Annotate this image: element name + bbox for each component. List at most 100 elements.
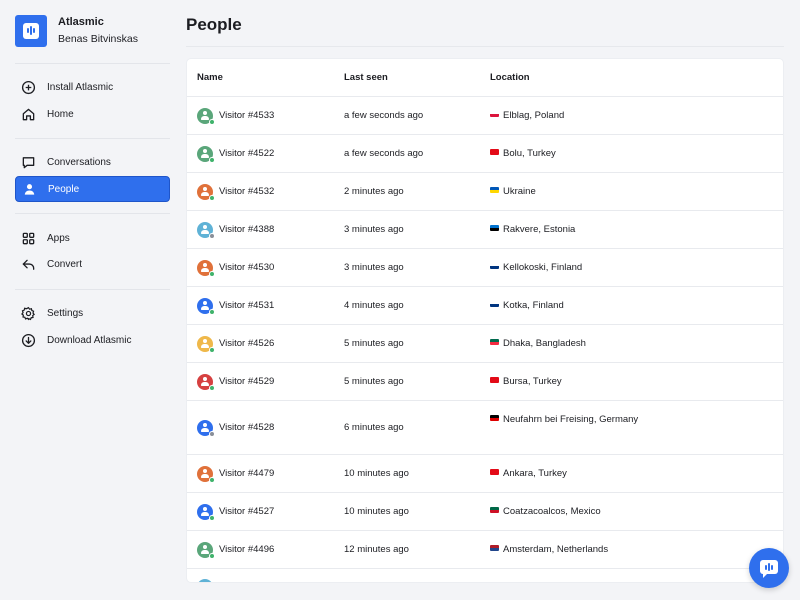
location: Rakvere, Estonia	[490, 222, 640, 238]
table-row[interactable]: Visitor #4533 a few seconds ago Elblag, Po…	[187, 97, 783, 135]
table-row[interactable]: Visitor #4532 2 minutes ago Ukraine	[187, 173, 783, 211]
page-title: People	[186, 15, 242, 34]
last-seen: 10 minutes ago	[344, 468, 409, 479]
location: Bolu, Turkey	[490, 146, 640, 162]
location: Ankara, Turkey	[490, 466, 640, 482]
visitor-name: Visitor #4526	[219, 338, 275, 349]
status-dot	[209, 553, 215, 559]
table-row[interactable]: Visitor #4522 a few seconds ago Bolu, Turk…	[187, 135, 783, 173]
table-row[interactable]: Visitor #4531 4 minutes ago Kotka, Finland	[187, 287, 783, 325]
location-text: Amsterdam, Netherlands	[503, 544, 609, 555]
last-seen: 10 minutes ago	[344, 506, 409, 517]
download-circle-icon	[21, 333, 36, 348]
location-text: Coatzacoalcos, Mexico	[503, 506, 601, 517]
divider	[15, 138, 170, 139]
table-row[interactable]: Visitor #4527 10 minutes ago Coatzacoalcos…	[187, 493, 783, 531]
status-dot	[209, 233, 215, 239]
table-row[interactable]: Visitor #4388 3 minutes ago Rakvere, Eston…	[187, 211, 783, 249]
avatar	[197, 336, 215, 353]
table-row[interactable]: Visitor #4530 3 minutes ago Kellokoski, Fi…	[187, 249, 783, 287]
chat-launcher-button[interactable]	[749, 548, 789, 588]
location-text: Kotka, Finland	[503, 300, 564, 311]
avatar	[197, 420, 215, 437]
last-seen: a few seconds ago	[344, 110, 424, 121]
table-row[interactable]: Visitor #4529 5 minutes ago Bursa, Turkey	[187, 363, 783, 401]
status-dot	[209, 347, 215, 353]
avatar	[197, 579, 213, 582]
chat-bubble-icon	[760, 560, 778, 578]
status-dot	[209, 195, 215, 201]
location: Bursa, Turkey	[490, 374, 640, 390]
location-text: Ukraine	[503, 186, 536, 197]
column-header-last-seen[interactable]: Last seen	[344, 72, 388, 83]
column-header-name[interactable]: Name	[197, 72, 223, 83]
location: Amsterdam, Netherlands	[490, 542, 640, 558]
reply-icon	[21, 257, 36, 272]
grid-icon	[21, 231, 36, 246]
sidebar-item-label: Conversations	[47, 156, 111, 168]
location: Neufahrn bei Freising, Germany	[490, 412, 640, 428]
last-seen: 4 minutes ago	[344, 300, 404, 311]
avatar	[197, 374, 215, 391]
sidebar-item-convert[interactable]: Convert	[15, 251, 170, 277]
visitor-name: Visitor #4388	[219, 224, 275, 235]
status-dot	[209, 515, 215, 521]
user-name: Benas Bitvinskas	[58, 33, 138, 45]
sidebar-item-people[interactable]: People	[15, 176, 170, 202]
location-text: Ankara, Turkey	[503, 468, 567, 479]
workspace-switcher[interactable]: Atlasmic Benas Bitvinskas	[15, 15, 180, 47]
table-row[interactable]: Visitor #4496 12 minutes ago Amsterdam, Ne…	[187, 531, 783, 569]
last-seen: 5 minutes ago	[344, 376, 404, 387]
flag-icon	[490, 469, 499, 475]
sidebar: Atlasmic Benas Bitvinskas Install Atlasm…	[0, 0, 185, 600]
avatar	[197, 504, 215, 521]
visitor-name: Visitor #4496	[219, 544, 275, 555]
flag-icon	[490, 187, 499, 193]
table-row[interactable]: Visitor #4479 10 minutes ago Ankara, Turke…	[187, 455, 783, 493]
location: Ukraine	[490, 184, 640, 200]
last-seen: 3 minutes ago	[344, 224, 404, 235]
last-seen: 12 minutes ago	[344, 544, 409, 555]
atlasmic-logo-icon	[15, 15, 47, 47]
last-seen: 5 minutes ago	[344, 338, 404, 349]
sidebar-item-home[interactable]: Home	[15, 101, 170, 127]
column-header-location[interactable]: Location	[490, 72, 530, 83]
visitor-name: Visitor #4531	[219, 300, 275, 311]
location: Dhaka, Bangladesh	[490, 336, 640, 352]
avatar	[197, 108, 215, 125]
divider	[15, 213, 170, 214]
location-text: Kellokoski, Finland	[503, 262, 583, 273]
location-text: Elblag, Poland	[503, 110, 565, 121]
flag-icon	[490, 377, 499, 383]
location: Elblag, Poland	[490, 108, 640, 124]
status-dot	[209, 309, 215, 315]
visitor-name: Visitor #4532	[219, 186, 275, 197]
status-dot	[209, 119, 215, 125]
last-seen: 3 minutes ago	[344, 262, 404, 273]
last-seen: a few seconds ago	[344, 148, 424, 159]
sidebar-item-settings[interactable]: Settings	[15, 300, 170, 326]
status-dot	[209, 431, 215, 437]
location: Kellokoski, Finland	[490, 260, 640, 276]
table-row[interactable]	[187, 569, 783, 582]
sidebar-item-label: Convert	[47, 258, 83, 270]
visitor-name: Visitor #4529	[219, 376, 275, 387]
home-icon	[21, 107, 36, 122]
sidebar-item-apps[interactable]: Apps	[15, 225, 170, 251]
sidebar-item-label: Settings	[47, 307, 84, 319]
avatar	[197, 146, 215, 163]
flag-icon	[490, 545, 499, 551]
flag-icon	[490, 339, 499, 345]
table-row[interactable]: Visitor #4526 5 minutes ago Dhaka, Banglad…	[187, 325, 783, 363]
sidebar-item-install-atlasmic[interactable]: Install Atlasmic	[15, 74, 170, 100]
status-dot	[209, 385, 215, 391]
sidebar-item-label: Download Atlasmic	[47, 334, 132, 346]
sidebar-item-download-atlasmic[interactable]: Download Atlasmic	[15, 327, 170, 353]
table-row[interactable]: Visitor #4528 6 minutes ago Neufahrn bei F…	[187, 401, 783, 455]
last-seen: 2 minutes ago	[344, 186, 404, 197]
sidebar-item-conversations[interactable]: Conversations	[15, 149, 170, 175]
flag-icon	[490, 507, 499, 513]
location: Coatzacoalcos, Mexico	[490, 504, 640, 520]
visitor-name: Visitor #4530	[219, 262, 275, 273]
location-text: Rakvere, Estonia	[503, 224, 576, 235]
